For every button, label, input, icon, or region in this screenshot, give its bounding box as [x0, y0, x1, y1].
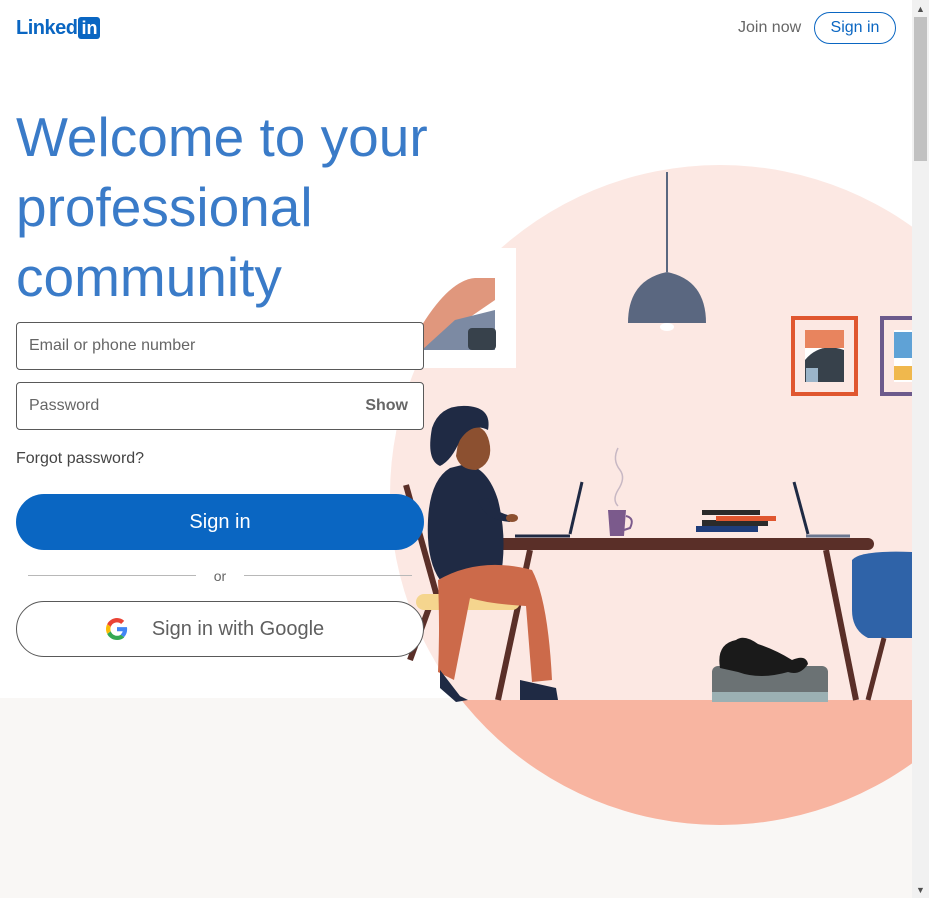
- divider-text: or: [213, 568, 227, 584]
- google-icon: [105, 618, 127, 640]
- forgot-password-link[interactable]: Forgot password?: [16, 448, 144, 470]
- login-page: Linked in Join now Sign in Welcome to yo…: [0, 0, 912, 898]
- divider-line-right: [244, 575, 412, 576]
- password-field-wrapper: Show: [16, 382, 424, 430]
- email-field-wrapper: [16, 322, 424, 370]
- or-divider: or: [28, 566, 412, 586]
- page-headline: Welcome to your professional community: [16, 102, 486, 312]
- google-sign-in-button[interactable]: Sign in with Google: [16, 601, 424, 657]
- headline-line: community: [16, 246, 282, 308]
- logo-in-box: in: [78, 17, 101, 39]
- show-password-button[interactable]: Show: [365, 383, 408, 429]
- scrollbar-thumb[interactable]: [914, 17, 927, 161]
- sign-in-button[interactable]: Sign in: [16, 494, 424, 550]
- headline-line: Welcome to your: [16, 106, 428, 168]
- google-sign-in-label: Sign in with Google: [151, 617, 325, 640]
- linkedin-logo[interactable]: Linked in: [16, 17, 101, 39]
- header-sign-in-button[interactable]: Sign in: [814, 12, 896, 44]
- vertical-scrollbar[interactable]: ▲ ▼: [912, 0, 929, 898]
- scroll-up-arrow-icon[interactable]: ▲: [912, 0, 929, 17]
- headline-line: professional: [16, 176, 313, 238]
- scroll-down-arrow-icon[interactable]: ▼: [912, 881, 929, 898]
- join-now-link[interactable]: Join now: [730, 14, 809, 42]
- logo-wordmark: Linked: [16, 17, 78, 39]
- email-input[interactable]: [17, 323, 423, 369]
- password-input[interactable]: [17, 383, 423, 429]
